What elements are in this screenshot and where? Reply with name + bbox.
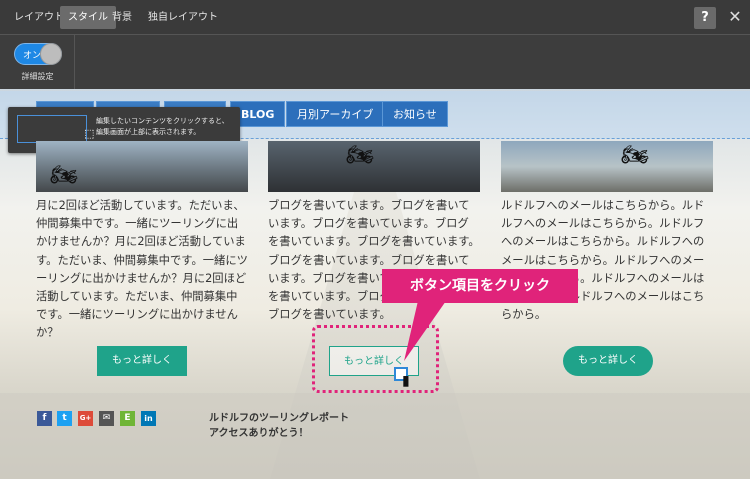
- nav-item-news[interactable]: お知らせ: [382, 101, 448, 127]
- pointer-hand-icon: ▮: [402, 373, 410, 389]
- advanced-settings-toggle[interactable]: オン: [14, 43, 62, 65]
- column-text-1: 月に2回ほど活動しています。ただいま、仲間募集中です。一緒にツーリングに出かけま…: [36, 199, 248, 340]
- tooltip-line-1: 編集したいコンテンツをクリックすると、: [96, 117, 229, 125]
- footer-text: ルドルフのツーリングレポート アクセスありがとう！: [209, 411, 349, 441]
- advanced-settings-panel: オン 詳細設定: [0, 35, 75, 89]
- column-text-2: ブログを書いています。ブログを書いています。ブログを書いています。ブログを書いて…: [268, 199, 480, 322]
- twitter-icon[interactable]: t: [57, 411, 72, 426]
- linkedin-icon[interactable]: in: [141, 411, 156, 426]
- mail-icon[interactable]: ✉: [99, 411, 114, 426]
- more-button-3[interactable]: もっと詳しく: [563, 346, 653, 376]
- close-button[interactable]: ✕: [726, 6, 744, 28]
- editor-toolbar: レイアウト スタイル 背景 独自レイアウト ? ✕: [0, 0, 750, 35]
- tooltip-text: 編集したいコンテンツをクリックすると、 編集画面が上部に表示されます。: [96, 116, 229, 138]
- page-footer: [0, 393, 750, 479]
- facebook-icon[interactable]: f: [37, 411, 52, 426]
- photo-motorcycle-2: 🏍: [268, 141, 480, 192]
- photo-motorcycle-3: 🏍: [501, 141, 713, 192]
- help-button[interactable]: ?: [694, 7, 716, 29]
- photo-motorcycle-1: 🏍: [36, 141, 248, 192]
- more-button-1[interactable]: もっと詳しく: [97, 346, 187, 376]
- tooltip-line-2: 編集画面が上部に表示されます。: [96, 128, 201, 136]
- footer-site-title: ルドルフのツーリングレポート: [209, 413, 349, 424]
- evernote-icon[interactable]: E: [120, 411, 135, 426]
- motorcycle-icon: 🏍: [50, 163, 78, 188]
- tab-background[interactable]: 背景: [104, 6, 140, 29]
- settings-bar: オン 詳細設定: [0, 35, 750, 89]
- footer-thanks: アクセスありがとう！: [209, 428, 309, 439]
- toggle-label: オン: [23, 51, 42, 61]
- callout-label: ボタン項目をクリック: [382, 269, 578, 303]
- toggle-knob[interactable]: [40, 43, 62, 65]
- nav-item-archive[interactable]: 月別アーカイブ: [286, 101, 385, 127]
- tooltip-preview-box: [17, 115, 87, 143]
- tab-custom-layout[interactable]: 独自レイアウト: [140, 6, 226, 29]
- advanced-settings-label: 詳細設定: [21, 72, 54, 81]
- tooltip-cursor-icon: ⬚: [84, 127, 95, 140]
- motorcycle-icon: 🏍: [346, 143, 374, 168]
- motorcycle-icon: 🏍: [621, 143, 649, 168]
- google-plus-icon[interactable]: G+: [78, 411, 93, 426]
- column-text-3: ルドルフへのメールはこちらから。ルドルフへのメールはこちらから。ルドルフへのメー…: [501, 199, 705, 322]
